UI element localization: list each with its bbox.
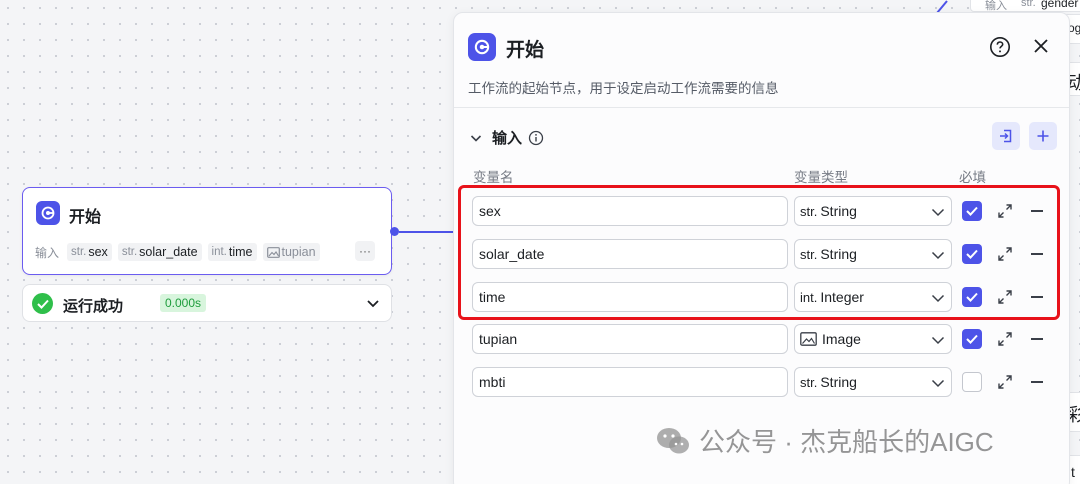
panel-divider xyxy=(454,107,1069,108)
chip-name: sex xyxy=(88,245,108,259)
run-time-badge: 0.000s xyxy=(160,294,207,312)
import-button[interactable] xyxy=(992,122,1020,150)
start-node-inputs: 输入 str. sex str. solar_date int. time tupia… xyxy=(35,243,320,261)
highlight-box xyxy=(458,185,1060,320)
chip-name: tupian xyxy=(281,245,316,259)
variable-name-input[interactable]: mbti xyxy=(472,367,788,397)
check-icon xyxy=(966,334,978,344)
plus-icon xyxy=(1037,130,1049,142)
run-status-text: 运行成功 xyxy=(63,298,124,315)
required-checkbox[interactable] xyxy=(962,329,982,349)
chevron-down-icon[interactable] xyxy=(365,295,381,311)
input-chip-sex: str. sex xyxy=(67,243,112,261)
success-check-icon xyxy=(32,293,53,314)
connection-edge xyxy=(399,231,454,233)
column-header-required: 必填 xyxy=(959,170,986,185)
chip-type: int. xyxy=(211,246,227,258)
start-node-title: 开始 xyxy=(69,209,102,226)
bg-type-prefix: str. xyxy=(1021,0,1036,9)
chip-type: str. xyxy=(121,246,138,258)
wechat-icon xyxy=(655,425,691,457)
chip-name: solar_date xyxy=(139,245,198,259)
output-port[interactable] xyxy=(390,227,399,236)
chevron-down-icon xyxy=(931,336,945,345)
remove-variable-button[interactable] xyxy=(1031,381,1043,383)
variable-row: mbti str. String xyxy=(472,367,1052,397)
variable-row: tupian Image xyxy=(472,324,1052,354)
start-node-logo-icon xyxy=(36,201,60,225)
start-node[interactable]: 开始 输入 str. sex str. solar_date int. time tu… xyxy=(22,187,392,275)
panel-logo-icon xyxy=(468,33,496,61)
input-chip-time: int. time xyxy=(207,243,257,261)
more-options-button[interactable]: ··· xyxy=(355,241,375,261)
bg-gender: gender xyxy=(1041,0,1079,10)
watermark-text: 公众号 · 杰克船长的AIGC xyxy=(699,427,994,457)
image-icon xyxy=(800,332,817,346)
add-variable-button[interactable] xyxy=(1029,122,1057,150)
string-icon: str. xyxy=(800,374,818,390)
bg-char-3: t xyxy=(1071,464,1075,480)
section-title: 输入 xyxy=(492,130,523,147)
background-node-fragment: 输入 str. gender xyxy=(970,0,1080,12)
start-node-inputs-label: 输入 xyxy=(35,245,60,260)
chip-name: time xyxy=(228,245,253,259)
column-header-name: 变量名 xyxy=(473,170,514,185)
input-chip-solar-date: str. solar_date xyxy=(117,243,202,261)
type-label: Image xyxy=(822,331,861,347)
expand-icon[interactable] xyxy=(997,374,1013,390)
import-icon xyxy=(1000,129,1012,143)
input-section-header: 输入 xyxy=(492,127,544,148)
help-icon[interactable] xyxy=(989,36,1011,58)
input-chip-tupian: tupian xyxy=(262,243,320,261)
panel-description: 工作流的起始节点，用于设定启动工作流需要的信息 xyxy=(468,81,779,96)
variable-type-select[interactable]: str. String xyxy=(794,367,952,397)
run-status-bar[interactable]: 运行成功 0.000s xyxy=(22,284,392,322)
info-icon[interactable] xyxy=(528,130,544,146)
type-label: String xyxy=(820,374,857,390)
variable-name-input[interactable]: tupian xyxy=(472,324,788,354)
variable-type-select[interactable]: Image xyxy=(794,324,952,354)
chip-type: str. xyxy=(71,246,87,258)
chevron-down-icon xyxy=(931,379,945,388)
expand-icon[interactable] xyxy=(997,331,1013,347)
remove-variable-button[interactable] xyxy=(1031,338,1043,340)
watermark: 公众号 · 杰克船长的AIGC xyxy=(655,422,994,459)
required-checkbox[interactable] xyxy=(962,372,982,392)
image-icon xyxy=(266,246,280,258)
close-icon[interactable] xyxy=(1032,37,1050,55)
collapse-chevron-icon[interactable] xyxy=(469,131,483,145)
column-header-type: 变量类型 xyxy=(794,170,848,185)
panel-title: 开始 xyxy=(506,40,545,61)
